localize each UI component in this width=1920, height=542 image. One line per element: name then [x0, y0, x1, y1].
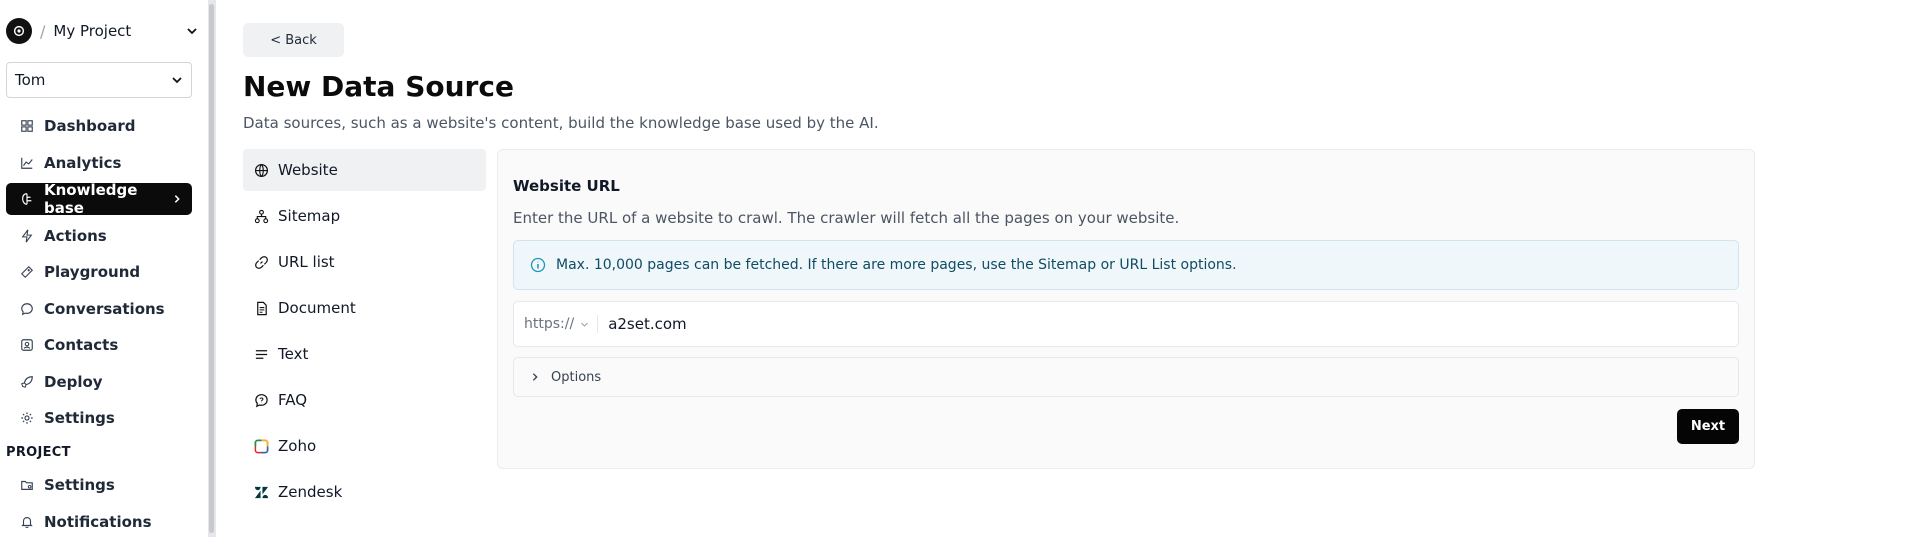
- document-icon: [257, 301, 267, 315]
- lightning-icon: [21, 229, 33, 242]
- tab-label: Zoho: [278, 437, 317, 455]
- sidebar-item-settings[interactable]: Settings: [6, 402, 192, 434]
- tab-website[interactable]: Website: [243, 149, 486, 191]
- sidebar-item-label: Deploy: [44, 372, 103, 391]
- source-type-tabs: Website Sitemap URL list Document Text F…: [243, 149, 486, 517]
- tab-label: Document: [278, 299, 356, 317]
- info-icon: [530, 257, 546, 273]
- tab-label: URL list: [278, 253, 335, 271]
- scrollbar-thumb[interactable]: [209, 4, 214, 533]
- card-title: Website URL: [513, 177, 620, 195]
- zoho-icon: [254, 439, 269, 453]
- contact-icon: [21, 339, 33, 351]
- sidebar-item-label: Analytics: [44, 153, 122, 172]
- card-description: Enter the URL of a website to crawl. The…: [513, 209, 1180, 227]
- sidebar-item-playground[interactable]: Playground: [6, 256, 192, 288]
- chevron-down-icon: [187, 28, 197, 35]
- logo-icon: [6, 18, 32, 44]
- text-icon: [255, 349, 268, 359]
- protocol-select[interactable]: https://: [514, 315, 599, 333]
- brain-icon: [22, 193, 32, 205]
- chevron-right-icon: [532, 373, 538, 381]
- chart-icon: [21, 157, 33, 169]
- options-toggle[interactable]: Options: [513, 357, 1739, 397]
- url-input[interactable]: [608, 315, 1509, 333]
- zendesk-icon: [254, 486, 269, 498]
- bell-icon: [21, 516, 33, 528]
- folder-gear-icon: [21, 480, 33, 490]
- sidebar-item-label: Actions: [44, 226, 107, 245]
- tab-label: Text: [278, 345, 309, 363]
- tab-url-list[interactable]: URL list: [243, 241, 486, 283]
- back-button[interactable]: < Back: [243, 23, 344, 57]
- sidebar-item-deploy[interactable]: Deploy: [6, 366, 192, 398]
- sidebar-item-project-settings[interactable]: Settings: [6, 469, 192, 501]
- tab-sitemap[interactable]: Sitemap: [243, 195, 486, 237]
- link-icon: [255, 255, 268, 269]
- info-text: Max. 10,000 pages can be fetched. If the…: [556, 257, 1237, 273]
- sidebar-item-label: Settings: [44, 476, 115, 494]
- tab-text[interactable]: Text: [243, 333, 486, 375]
- sidebar-nav: Dashboard Analytics Knowledge base Actio…: [6, 110, 192, 439]
- team-select[interactable]: Tom: [6, 62, 192, 98]
- section-label-project: PROJECT: [6, 445, 71, 460]
- sidebar-item-analytics[interactable]: Analytics: [6, 147, 192, 179]
- sidebar-scrollbar[interactable]: [208, 0, 215, 537]
- tab-label: FAQ: [278, 391, 308, 409]
- tab-zoho[interactable]: Zoho: [243, 425, 486, 467]
- info-alert: Max. 10,000 pages can be fetched. If the…: [513, 240, 1739, 290]
- sidebar-item-dashboard[interactable]: Dashboard: [6, 110, 192, 142]
- chat-icon: [21, 302, 33, 315]
- sidebar-item-conversations[interactable]: Conversations: [6, 293, 192, 325]
- next-button[interactable]: Next: [1677, 409, 1739, 444]
- sidebar-item-contacts[interactable]: Contacts: [6, 329, 192, 361]
- sidebar-item-notifications[interactable]: Notifications: [6, 506, 192, 538]
- team-name: Tom: [15, 71, 46, 89]
- url-field: https://: [513, 301, 1739, 347]
- dashboard-icon: [21, 120, 33, 132]
- sidebar-item-label: Contacts: [44, 336, 119, 354]
- gamepad-icon: [20, 265, 34, 279]
- tab-label: Sitemap: [278, 207, 341, 225]
- sitemap-icon: [254, 209, 269, 223]
- tab-label: Zendesk: [278, 483, 343, 501]
- rocket-icon: [21, 375, 33, 388]
- sidebar-item-actions[interactable]: Actions: [6, 220, 192, 252]
- breadcrumb-separator: /: [40, 21, 46, 41]
- sidebar-item-label: Playground: [44, 263, 141, 281]
- sidebar-item-knowledge-base[interactable]: Knowledge base: [6, 181, 192, 217]
- sidebar-item-label: Dashboard: [44, 117, 136, 135]
- chevron-down-icon: [581, 322, 589, 327]
- page-title: New Data Source: [243, 70, 514, 103]
- globe-icon: [254, 163, 269, 177]
- website-card: Website URL Enter the URL of a website t…: [497, 149, 1755, 469]
- faq-icon: [255, 393, 268, 407]
- chevron-right-icon: [174, 195, 180, 203]
- sidebar-item-label: Conversations: [44, 299, 165, 318]
- sidebar-item-label: Knowledge base: [44, 181, 138, 217]
- sidebar-item-label: Settings: [44, 409, 115, 427]
- chevron-down-icon: [172, 77, 182, 84]
- tab-label: Website: [278, 161, 338, 179]
- options-label: Options: [551, 369, 602, 385]
- tab-zendesk[interactable]: Zendesk: [243, 471, 486, 513]
- tab-document[interactable]: Document: [243, 287, 486, 329]
- project-switcher[interactable]: / My Project: [6, 18, 198, 44]
- sidebar-item-label: Notifications: [44, 512, 152, 531]
- project-nav: Settings Notifications: [6, 469, 192, 542]
- project-name: My Project: [53, 22, 132, 40]
- tab-faq[interactable]: FAQ: [243, 379, 486, 421]
- gear-icon: [21, 412, 33, 424]
- page-subtitle: Data sources, such as a website's conten…: [243, 114, 879, 132]
- protocol-value: https://: [524, 316, 575, 332]
- sidebar: / My Project Tom Dashboard Analytics Kno…: [0, 0, 208, 537]
- divider: [215, 0, 216, 537]
